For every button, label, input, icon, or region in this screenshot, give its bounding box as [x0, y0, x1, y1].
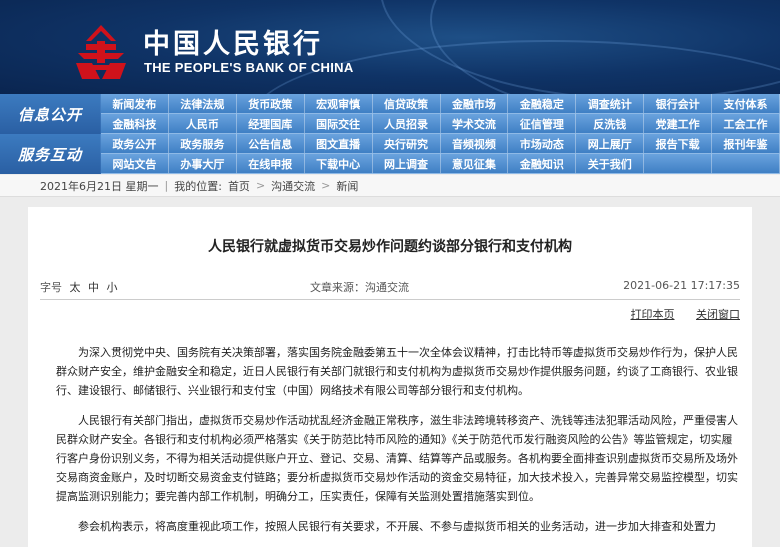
nav-empty-cell: [644, 154, 713, 174]
nav-item[interactable]: 下载中心: [304, 154, 373, 174]
nav-item[interactable]: 金融稳定: [508, 94, 577, 114]
nav-info-disclosure: 信息公开 新闻发布 法律法规 货币政策 宏观审慎 信贷政策 金融市场 金融稳定 调查统计 银行会…: [0, 94, 780, 134]
current-date: 2021年6月21日 星期一: [40, 179, 159, 193]
nav-section-label: 信息公开: [0, 94, 100, 134]
nav-item[interactable]: 音频视频: [440, 134, 509, 154]
nav-item[interactable]: 网上调查: [372, 154, 441, 174]
font-size-large[interactable]: 太: [70, 281, 81, 294]
nav-item[interactable]: 政务服务: [168, 134, 237, 154]
breadcrumb-home-link[interactable]: 首页: [228, 178, 250, 194]
nav-item[interactable]: 公告信息: [236, 134, 305, 154]
nav-grid: 政务公开 政务服务 公告信息 图文直播 央行研究 音频视频 市场动态 网上展厅 报告下载 报刊年鉴…: [101, 134, 780, 174]
nav-item[interactable]: 支付体系: [712, 94, 780, 114]
nav-item[interactable]: 办事大厅: [168, 154, 237, 174]
article-paragraph: 为深入贯彻党中央、国务院有关决策部署，落实国务院金融委第五十一次全体会议精神，打…: [56, 346, 738, 397]
nav-item[interactable]: 意见征集: [440, 154, 509, 174]
nav-item[interactable]: 政务公开: [101, 134, 169, 154]
nav-item[interactable]: 在线申报: [236, 154, 305, 174]
article-paragraph: 人民银行有关部门指出，虚拟货币交易炒作活动扰乱经济金融正常秩序，滋生非法跨境转移…: [56, 414, 738, 503]
nav-item[interactable]: 人员招录: [372, 114, 441, 134]
nav-item[interactable]: 经理国库: [236, 114, 305, 134]
nav-item[interactable]: 反洗钱: [576, 114, 645, 134]
nav-item[interactable]: 宏观审慎: [304, 94, 373, 114]
nav-item[interactable]: 金融知识: [508, 154, 577, 174]
font-size-small[interactable]: 小: [107, 281, 118, 294]
nav-item[interactable]: 货币政策: [236, 94, 305, 114]
nav-item[interactable]: 市场动态: [508, 134, 577, 154]
nav-service-interaction: 服务互动 政务公开 政务服务 公告信息 图文直播 央行研究 音频视频 市场动态 网上展厅 报告下…: [0, 134, 780, 174]
nav-item[interactable]: 工会工作: [712, 114, 780, 134]
nav-section-label: 服务互动: [0, 134, 100, 174]
nav-item[interactable]: 关于我们: [576, 154, 645, 174]
pboc-logo-icon[interactable]: [72, 23, 130, 81]
close-window-link[interactable]: 关闭窗口: [696, 308, 740, 321]
nav-empty-cell: [712, 154, 780, 174]
article-title: 人民银行就虚拟货币交易炒作问题约谈部分银行和支付机构: [208, 239, 572, 255]
nav-item[interactable]: 法律法规: [168, 94, 237, 114]
nav-item[interactable]: 党建工作: [644, 114, 713, 134]
nav-item[interactable]: 人民币: [168, 114, 237, 134]
nav-item[interactable]: 调查统计: [576, 94, 645, 114]
article-body: 为深入贯彻党中央、国务院有关决策部署，落实国务院金融委第五十一次全体会议精神，打…: [56, 343, 742, 547]
nav-item[interactable]: 学术交流: [440, 114, 509, 134]
article-meta: 字号 太 中 小 文章来源：沟通交流 2021-06-21 17:17:35: [40, 279, 740, 295]
font-size-selector: 字号 太 中 小: [40, 279, 122, 295]
print-page-link[interactable]: 打印本页: [631, 308, 675, 321]
nav-item[interactable]: 征信管理: [508, 114, 577, 134]
breadcrumb-level2-link[interactable]: 新闻: [336, 178, 358, 194]
font-size-medium[interactable]: 中: [88, 281, 99, 294]
nav-item[interactable]: 银行会计: [644, 94, 713, 114]
nav-item[interactable]: 图文直播: [304, 134, 373, 154]
font-size-label: 字号: [40, 281, 62, 294]
breadcrumb-level1-link[interactable]: 沟通交流: [271, 178, 315, 194]
article-container: 人民银行就虚拟货币交易炒作问题约谈部分银行和支付机构 字号 太 中 小 文章来源…: [28, 207, 752, 547]
bank-name-chinese: 中国人民银行: [143, 29, 323, 60]
nav-item[interactable]: 新闻发布: [101, 94, 169, 114]
nav-item[interactable]: 报刊年鉴: [712, 134, 780, 154]
nav-item[interactable]: 网站文告: [101, 154, 169, 174]
bank-name-english: THE PEOPLE'S BANK OF CHINA: [144, 60, 354, 75]
header-banner: 中国人民银行 THE PEOPLE'S BANK OF CHINA: [0, 0, 780, 94]
nav-item[interactable]: 金融市场: [440, 94, 509, 114]
breadcrumb: 2021年6月21日 星期一 | 我的位置: 首页 > 沟通交流 > 新闻: [0, 175, 780, 197]
article-actions: 打印本页 关闭窗口: [613, 306, 741, 322]
nav-item[interactable]: 网上展厅: [576, 134, 645, 154]
nav-grid: 新闻发布 法律法规 货币政策 宏观审慎 信贷政策 金融市场 金融稳定 调查统计 银行会计 支付体系…: [101, 94, 780, 134]
divider: [40, 299, 740, 300]
article-source: 文章来源：沟通交流: [310, 281, 409, 294]
location-label: 我的位置:: [174, 179, 222, 193]
nav-item[interactable]: 央行研究: [372, 134, 441, 154]
nav-item[interactable]: 金融科技: [101, 114, 169, 134]
article-paragraph: 参会机构表示，将高度重视此项工作，按照人民银行有关要求，不开展、不参与虚拟货币相…: [78, 520, 716, 533]
nav-item[interactable]: 国际交往: [304, 114, 373, 134]
article-datetime: 2021-06-21 17:17:35: [623, 279, 740, 292]
nav-item[interactable]: 信贷政策: [372, 94, 441, 114]
nav-item[interactable]: 报告下载: [644, 134, 713, 154]
